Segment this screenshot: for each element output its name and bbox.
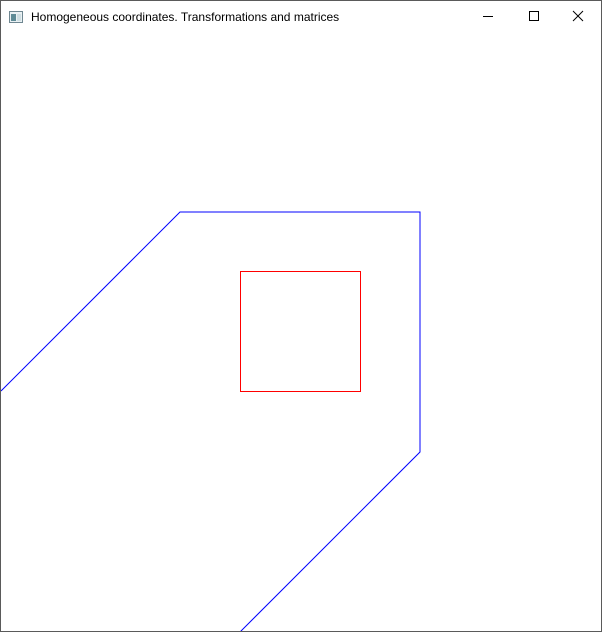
minimize-icon [482, 10, 494, 22]
maximize-button[interactable] [511, 1, 557, 31]
app-window: Homogeneous coordinates. Transformations… [0, 0, 602, 632]
square-shape [240, 271, 361, 392]
maximize-icon [528, 10, 540, 22]
drawing-canvas[interactable] [1, 32, 601, 631]
close-button[interactable] [555, 1, 601, 31]
close-icon [572, 10, 584, 22]
title-bar[interactable]: Homogeneous coordinates. Transformations… [1, 1, 601, 32]
window-title: Homogeneous coordinates. Transformations… [31, 10, 340, 24]
octagon-shape [1, 211, 421, 631]
app-window-icon [9, 10, 23, 23]
minimize-button[interactable] [465, 1, 511, 31]
